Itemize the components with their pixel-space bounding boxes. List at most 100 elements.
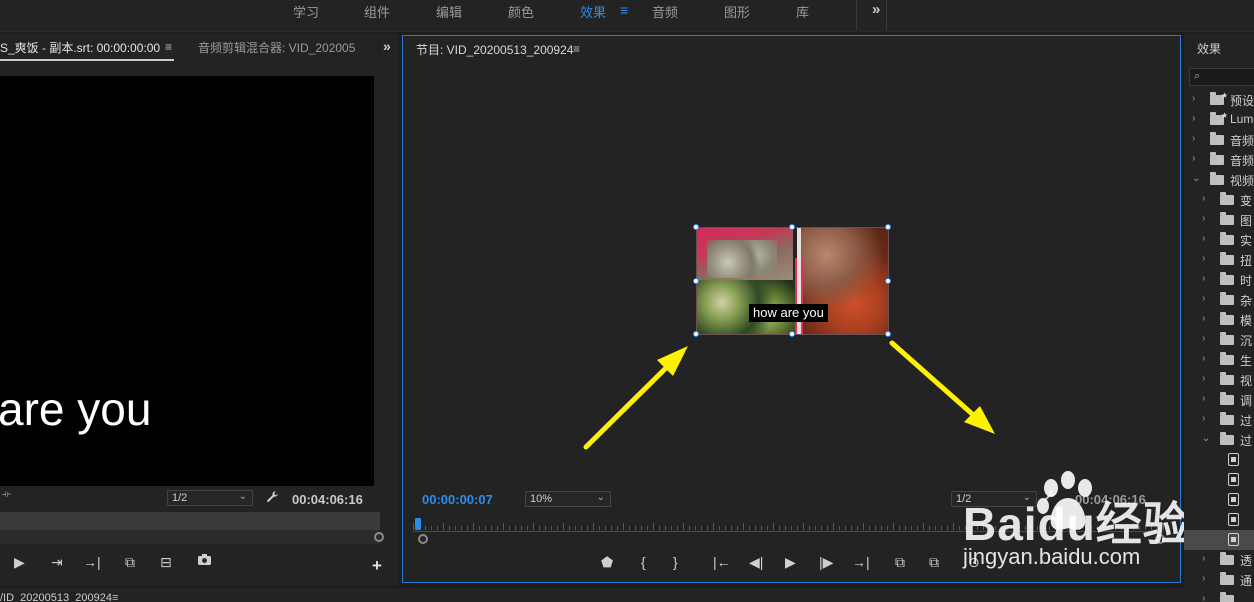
workspace-overflow-icon[interactable]: » <box>872 1 880 18</box>
search-icon: ⌕ <box>1194 70 1201 82</box>
step-forward-icon[interactable]: |▶ <box>819 554 833 571</box>
workspace-tab-learn[interactable]: 学习 <box>293 2 319 21</box>
chevron-down-icon[interactable]: ⌄ <box>1202 433 1210 444</box>
effects-tree-item[interactable]: › 变 <box>1184 190 1254 210</box>
program-current-timecode[interactable]: 00:00:00:07 <box>422 492 493 507</box>
add-marker-icon[interactable]: ⬟ <box>601 554 613 571</box>
chevron-right-icon[interactable]: › <box>1202 293 1205 304</box>
source-zoom-bar[interactable] <box>0 530 380 544</box>
workspace-tab-editing[interactable]: 编辑 <box>436 2 462 21</box>
ruler-tick <box>743 523 744 530</box>
workspace-tab-assembly[interactable]: 组件 <box>364 2 390 21</box>
workspace-tab-graphics[interactable]: 图形 <box>724 2 750 21</box>
chevron-right-icon[interactable]: › <box>1192 133 1195 144</box>
effects-tree-item[interactable]: ⌄ 视频 <box>1184 170 1254 190</box>
workspace-tab-libraries[interactable]: 库 <box>796 2 809 21</box>
chevron-down-icon[interactable]: ⌄ <box>1192 173 1200 184</box>
chevron-right-icon[interactable]: › <box>1202 353 1205 364</box>
chevron-right-icon[interactable]: › <box>1202 413 1205 424</box>
lift-icon[interactable]: ⧉ <box>895 554 905 571</box>
audio-clip-mixer-tab[interactable]: 音频剪辑混合器: VID_202005 <box>198 39 360 56</box>
source-tab[interactable]: S_爽饭 - 副本.srt: 00:00:00:00 <box>0 39 160 56</box>
source-resolution-select[interactable]: 1/2 ⌄ <box>167 490 253 506</box>
ruler-tick <box>857 526 858 530</box>
effects-tree-item[interactable]: › 沉 <box>1184 330 1254 350</box>
zoom-handle-left[interactable] <box>418 534 428 544</box>
mark-in-icon[interactable]: { <box>641 554 646 570</box>
effects-tree-item[interactable]: › 生 <box>1184 350 1254 370</box>
effects-tree-item[interactable]: › 过 <box>1184 410 1254 430</box>
marker-icon[interactable]: ⟛ <box>2 489 11 500</box>
effects-tree-item[interactable]: › ★ 预设 <box>1184 90 1254 110</box>
effects-tree-item[interactable]: › 实 <box>1184 230 1254 250</box>
effects-tree-item[interactable]: › <box>1184 590 1254 602</box>
workspace-tab-audio[interactable]: 音频 <box>652 2 678 21</box>
chevron-right-icon[interactable]: › <box>1202 273 1205 284</box>
effects-tree-item[interactable] <box>1184 470 1254 490</box>
ruler-tick <box>641 526 642 530</box>
effects-tree-item[interactable]: › 时 <box>1184 270 1254 290</box>
effects-panel-title[interactable]: 效果 <box>1197 40 1221 57</box>
effects-tree-item[interactable]: › 音频 <box>1184 130 1254 150</box>
play-icon[interactable]: ▶ <box>14 554 25 571</box>
source-tab-menu-icon[interactable]: ≡ <box>165 40 172 54</box>
effects-search-input[interactable]: ⌕ <box>1189 68 1254 86</box>
chevron-right-icon[interactable]: › <box>1202 333 1205 344</box>
effects-tree-item[interactable]: › 透 <box>1184 550 1254 570</box>
chevron-right-icon[interactable]: › <box>1192 113 1195 124</box>
chevron-right-icon[interactable]: › <box>1202 373 1205 384</box>
chevron-right-icon[interactable]: › <box>1202 193 1205 204</box>
chevron-right-icon[interactable]: › <box>1202 313 1205 324</box>
step-back-icon[interactable]: ◀| <box>749 554 763 571</box>
effects-tree-item[interactable]: › 杂 <box>1184 290 1254 310</box>
ruler-tick <box>413 523 414 530</box>
insert-icon[interactable]: ⧉ <box>125 554 135 571</box>
workspace-tab-color[interactable]: 颜色 <box>508 2 534 21</box>
chevron-right-icon[interactable]: › <box>1202 393 1205 404</box>
effects-tree-item[interactable] <box>1184 490 1254 510</box>
go-to-out-icon[interactable]: →| <box>852 554 870 570</box>
effects-tree-item[interactable]: › 模 <box>1184 310 1254 330</box>
effects-tree-item[interactable] <box>1184 530 1254 550</box>
chevron-right-icon[interactable]: › <box>1202 573 1205 584</box>
effects-tree-item[interactable] <box>1184 510 1254 530</box>
effects-tree-item[interactable]: › 调 <box>1184 390 1254 410</box>
chevron-right-icon[interactable]: › <box>1192 153 1195 164</box>
effects-tree-item[interactable]: ⌄ 过 <box>1184 430 1254 450</box>
camera-icon[interactable] <box>197 553 212 569</box>
folder-icon <box>1220 192 1234 205</box>
step-forward-icon[interactable]: ⇥ <box>51 554 63 571</box>
chevron-right-icon[interactable]: › <box>1202 213 1205 224</box>
playhead[interactable] <box>415 518 421 530</box>
source-time-ruler[interactable] <box>0 512 380 530</box>
panel-overflow-icon[interactable]: » <box>383 38 391 54</box>
effects-tree-item[interactable]: › 扭 <box>1184 250 1254 270</box>
mark-out-icon[interactable]: } <box>673 554 678 570</box>
effects-tree-item[interactable]: › 音频 <box>1184 150 1254 170</box>
go-to-in-icon[interactable]: |← <box>713 554 731 570</box>
ruler-tick <box>827 526 828 530</box>
chevron-right-icon[interactable]: › <box>1192 93 1195 104</box>
effects-tree-item[interactable]: › 视 <box>1184 370 1254 390</box>
go-to-out-icon[interactable]: →| <box>83 554 101 570</box>
chevron-right-icon[interactable]: › <box>1202 233 1205 244</box>
workspace-menu-icon[interactable]: ≡ <box>620 2 628 18</box>
timeline-sequence-tab[interactable]: /ID_20200513_200924 <box>0 592 112 602</box>
effects-tree-item[interactable]: › 图 <box>1184 210 1254 230</box>
effects-tree-item[interactable]: › ★Lumetri <box>1184 110 1254 130</box>
effects-tree-item[interactable] <box>1184 450 1254 470</box>
workspace-tab-effects[interactable]: 效果 <box>580 2 606 21</box>
add-button-icon[interactable]: + <box>372 556 382 576</box>
chevron-right-icon[interactable]: › <box>1202 253 1205 264</box>
chevron-right-icon[interactable]: › <box>1202 553 1205 564</box>
program-zoom-select[interactable]: 10% ⌄ <box>525 491 611 507</box>
play-icon[interactable]: ▶ <box>785 554 796 571</box>
chevron-right-icon[interactable]: › <box>1202 593 1205 602</box>
timeline-menu-icon[interactable]: ≡ <box>112 592 118 602</box>
overwrite-icon[interactable]: ⊟ <box>160 554 172 571</box>
effects-tree-item[interactable]: › 通 <box>1184 570 1254 590</box>
extract-icon[interactable]: ⧉ <box>929 554 939 571</box>
wrench-icon[interactable] <box>266 490 280 507</box>
ruler-tick <box>437 526 438 530</box>
zoom-handle-right[interactable] <box>374 532 384 542</box>
